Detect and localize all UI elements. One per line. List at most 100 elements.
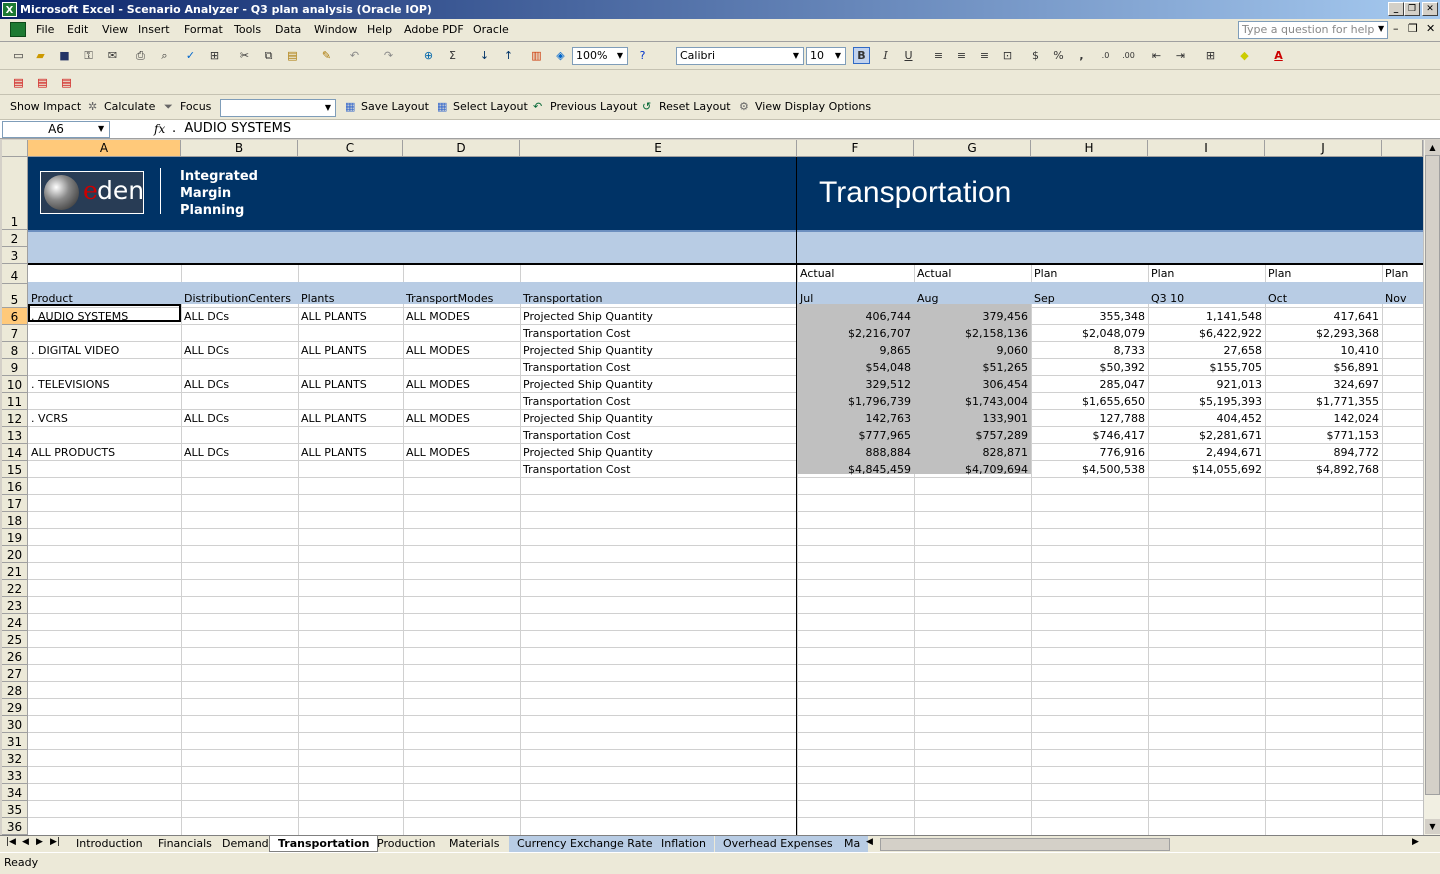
value-cell[interactable]: $1,771,355: [1265, 393, 1382, 410]
hscroll-right-icon[interactable]: ▶: [1412, 837, 1419, 847]
column-title[interactable]: Transportation: [520, 290, 797, 307]
column-header-g[interactable]: G: [914, 140, 1031, 157]
decrease-indent-icon[interactable]: ⇤: [1148, 47, 1165, 64]
hyperlink-icon[interactable]: ⊕: [420, 47, 437, 64]
row-header[interactable]: 23: [2, 597, 28, 614]
product-cell[interactable]: [28, 393, 181, 410]
distribution-center-cell[interactable]: ALL DCs: [181, 308, 298, 325]
distribution-center-cell[interactable]: [181, 427, 298, 444]
menu-file[interactable]: File: [36, 23, 54, 36]
value-cell[interactable]: $4,892,768: [1265, 461, 1382, 478]
row-header[interactable]: 12: [2, 410, 28, 427]
formula-input[interactable]: . AUDIO SYSTEMS: [172, 121, 291, 136]
function-icon[interactable]: fx: [154, 122, 165, 136]
menu-edit[interactable]: Edit: [67, 23, 88, 36]
column-header-e[interactable]: E: [520, 140, 797, 157]
value-cell[interactable]: 329,512: [797, 376, 914, 393]
column-header-d[interactable]: D: [403, 140, 520, 157]
value-cell[interactable]: $2,216,707: [797, 325, 914, 342]
value-cell[interactable]: 888,884: [797, 444, 914, 461]
row-header[interactable]: 27: [2, 665, 28, 682]
select-all-corner[interactable]: [2, 140, 28, 157]
product-cell[interactable]: [28, 427, 181, 444]
row-header[interactable]: 14: [2, 444, 28, 461]
period-label[interactable]: Nov: [1382, 290, 1423, 307]
transport-mode-cell[interactable]: [403, 427, 520, 444]
chart-wizard-icon[interactable]: ▥: [528, 47, 545, 64]
row-header[interactable]: 7: [2, 325, 28, 342]
distribution-center-cell[interactable]: [181, 461, 298, 478]
sort-descending-icon[interactable]: ↑: [500, 47, 517, 64]
value-cell[interactable]: 27,658: [1148, 342, 1265, 359]
review-pdf-icon[interactable]: ▤: [58, 74, 75, 91]
distribution-center-cell[interactable]: ALL DCs: [181, 444, 298, 461]
plant-cell[interactable]: ALL PLANTS: [298, 376, 403, 393]
measure-cell[interactable]: Projected Ship Quantity: [520, 444, 797, 461]
bold-button[interactable]: B: [853, 47, 870, 64]
value-cell[interactable]: 142,024: [1265, 410, 1382, 427]
email-icon[interactable]: ✉: [104, 47, 121, 64]
value-cell[interactable]: $771,153: [1265, 427, 1382, 444]
row-header[interactable]: 28: [2, 682, 28, 699]
name-box-dropdown-icon[interactable]: ▼: [98, 124, 104, 133]
plant-cell[interactable]: [298, 393, 403, 410]
cut-icon[interactable]: ✂: [236, 47, 253, 64]
drawing-icon[interactable]: ◈: [552, 47, 569, 64]
tab-overhead-expenses[interactable]: Overhead Expenses: [715, 836, 841, 852]
value-cell[interactable]: 404,452: [1148, 410, 1265, 427]
align-right-icon[interactable]: ≡: [976, 47, 993, 64]
row-header[interactable]: 35: [2, 801, 28, 818]
save-layout-button[interactable]: Save Layout: [361, 99, 429, 115]
redo-icon[interactable]: ↷: [380, 47, 397, 64]
value-cell[interactable]: $1,743,004: [914, 393, 1031, 410]
value-cell[interactable]: $5,195,393: [1148, 393, 1265, 410]
tab-demand[interactable]: Demand: [214, 836, 277, 852]
plant-cell[interactable]: [298, 427, 403, 444]
value-cell[interactable]: 9,865: [797, 342, 914, 359]
scenario-label[interactable]: Plan: [1382, 265, 1423, 282]
measure-cell[interactable]: Transportation Cost: [520, 461, 797, 478]
value-cell[interactable]: 2,494,671: [1148, 444, 1265, 461]
measure-cell[interactable]: Transportation Cost: [520, 393, 797, 410]
value-cell[interactable]: 417,641: [1265, 308, 1382, 325]
value-cell[interactable]: $56,891: [1265, 359, 1382, 376]
zoom-select[interactable]: 100% ▼: [572, 47, 628, 65]
value-cell[interactable]: $50,392: [1031, 359, 1148, 376]
plant-cell[interactable]: ALL PLANTS: [298, 410, 403, 427]
period-label[interactable]: Oct: [1265, 290, 1382, 307]
value-cell[interactable]: 379,456: [914, 308, 1031, 325]
period-label[interactable]: Q3 10: [1148, 290, 1265, 307]
calculate-button[interactable]: Calculate: [104, 99, 155, 115]
value-cell[interactable]: 8,733: [1031, 342, 1148, 359]
value-cell[interactable]: $757,289: [914, 427, 1031, 444]
column-header-c[interactable]: C: [298, 140, 403, 157]
menu-adobe-pdf[interactable]: Adobe PDF: [404, 23, 464, 36]
tab-currency-exchange-rate[interactable]: Currency Exchange Rate: [509, 836, 661, 852]
product-cell[interactable]: . DIGITAL VIDEO: [28, 342, 181, 359]
new-icon[interactable]: ▭: [10, 47, 27, 64]
menu-data[interactable]: Data: [275, 23, 301, 36]
focus-select[interactable]: ▼: [220, 99, 336, 117]
distribution-center-cell[interactable]: [181, 359, 298, 376]
measure-cell[interactable]: Projected Ship Quantity: [520, 342, 797, 359]
italic-button[interactable]: I: [877, 47, 894, 64]
row-header[interactable]: 5: [2, 284, 28, 308]
value-cell[interactable]: $6,422,922: [1148, 325, 1265, 342]
restore-button[interactable]: ❐: [1404, 2, 1420, 16]
align-center-icon[interactable]: ≡: [953, 47, 970, 64]
row-header[interactable]: 17: [2, 495, 28, 512]
value-cell[interactable]: 133,901: [914, 410, 1031, 427]
increase-decimal-icon[interactable]: .0: [1097, 47, 1114, 64]
row-header[interactable]: 8: [2, 342, 28, 359]
value-cell[interactable]: 776,916: [1031, 444, 1148, 461]
workbook-restore-button[interactable]: ❐: [1408, 22, 1418, 35]
column-header-i[interactable]: I: [1148, 140, 1265, 157]
print-preview-icon[interactable]: ⌕: [156, 47, 173, 64]
scroll-down-icon[interactable]: ▼: [1425, 819, 1440, 834]
measure-cell[interactable]: Transportation Cost: [520, 359, 797, 376]
row-header[interactable]: 32: [2, 750, 28, 767]
row-header[interactable]: 29: [2, 699, 28, 716]
reset-layout-button[interactable]: Reset Layout: [659, 99, 731, 115]
minimize-button[interactable]: _: [1388, 2, 1404, 16]
value-cell[interactable]: $2,293,368: [1265, 325, 1382, 342]
